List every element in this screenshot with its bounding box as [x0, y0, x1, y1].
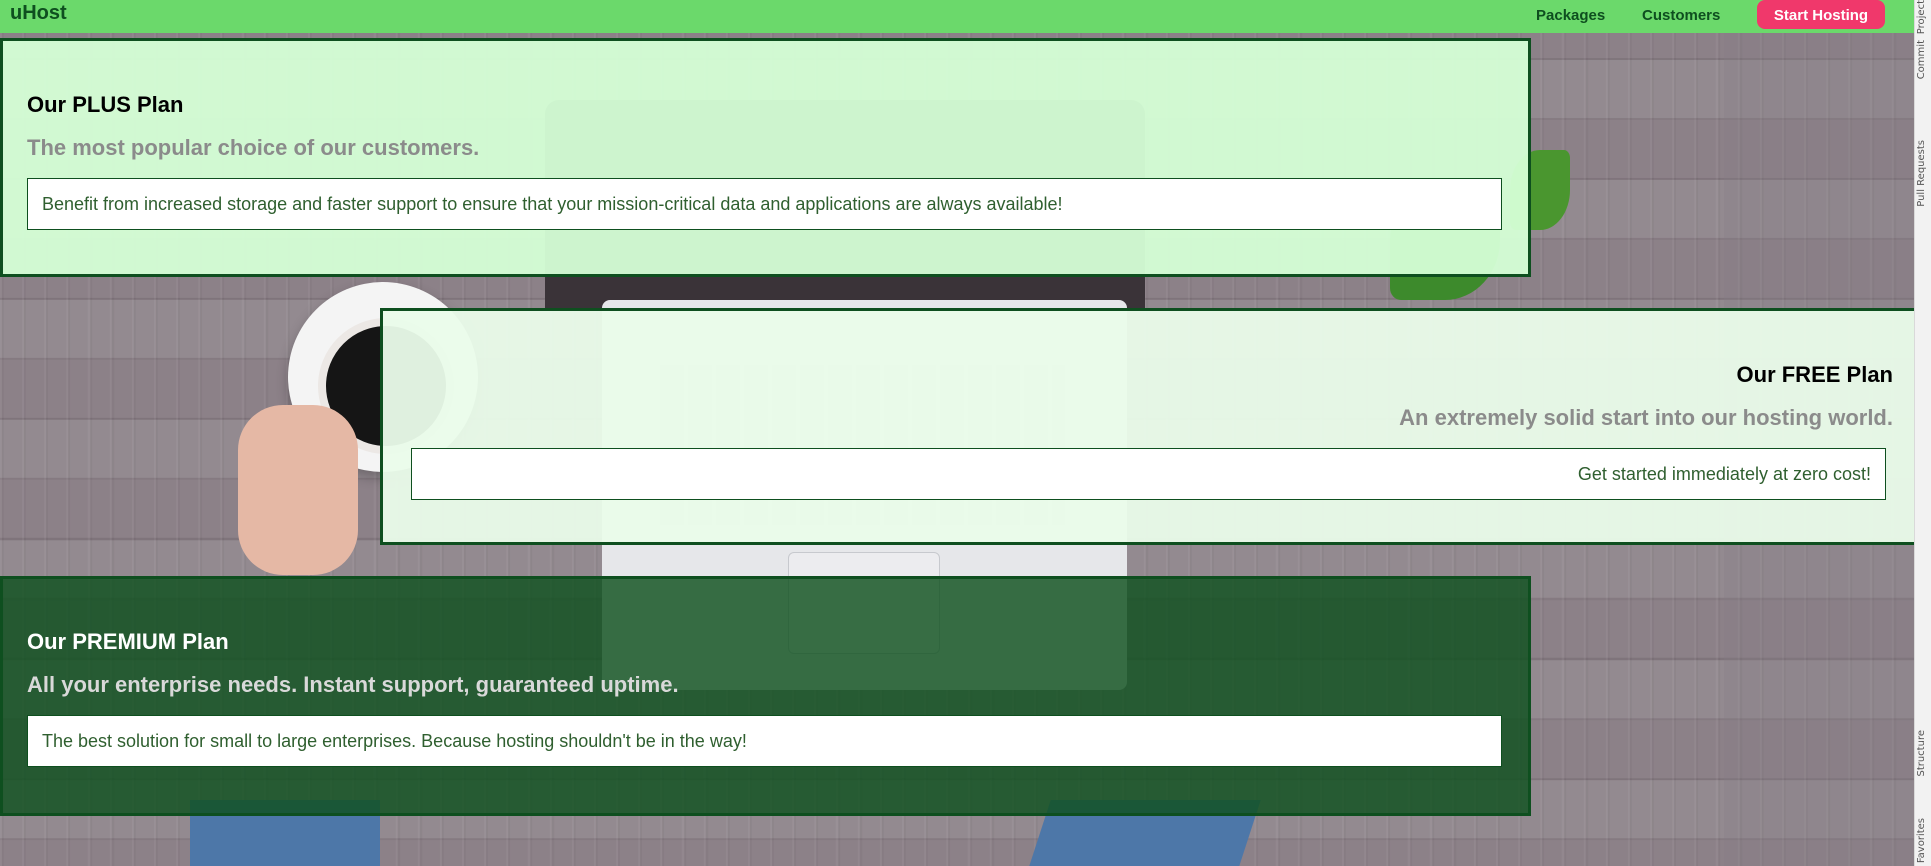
ide-tab-project[interactable]: Project — [1916, 0, 1927, 34]
start-hosting-button[interactable]: Start Hosting — [1757, 0, 1885, 29]
plan-title: Our FREE Plan — [1736, 362, 1893, 387]
ide-tab-favorites[interactable]: Favorites — [1916, 818, 1927, 863]
plan-title: Our PREMIUM Plan — [27, 629, 229, 654]
main-header: uHost Packages Customers Start Hosting — [0, 0, 1914, 33]
plan-description: Benefit from increased storage and faste… — [27, 178, 1502, 230]
plan-premium-card: Our PREMIUM Plan All your enterprise nee… — [0, 576, 1531, 816]
brand-logo[interactable]: uHost — [10, 2, 67, 25]
plan-free-card: Our FREE Plan An extremely solid start i… — [380, 308, 1920, 545]
ide-tab-structure[interactable]: Structure — [1916, 730, 1927, 777]
plan-description: The best solution for small to large ent… — [27, 715, 1502, 767]
plan-plus-card: Our PLUS Plan The most popular choice of… — [0, 38, 1531, 277]
plan-subtitle: All your enterprise needs. Instant suppo… — [27, 672, 679, 697]
ide-tab-pull-requests[interactable]: Pull Requests — [1916, 140, 1927, 207]
ide-tab-commit[interactable]: Commit — [1916, 40, 1927, 79]
plan-subtitle: An extremely solid start into our hostin… — [1399, 405, 1893, 430]
plan-description: Get started immediately at zero cost! — [411, 448, 1886, 500]
plan-subtitle: The most popular choice of our customers… — [27, 135, 480, 160]
plan-title: Our PLUS Plan — [27, 92, 184, 117]
nav-customers-link[interactable]: Customers — [1642, 7, 1720, 24]
ide-tool-window-strip: Project Commit Pull Requests Structure F… — [1914, 0, 1931, 866]
nav-packages-link[interactable]: Packages — [1536, 7, 1605, 24]
